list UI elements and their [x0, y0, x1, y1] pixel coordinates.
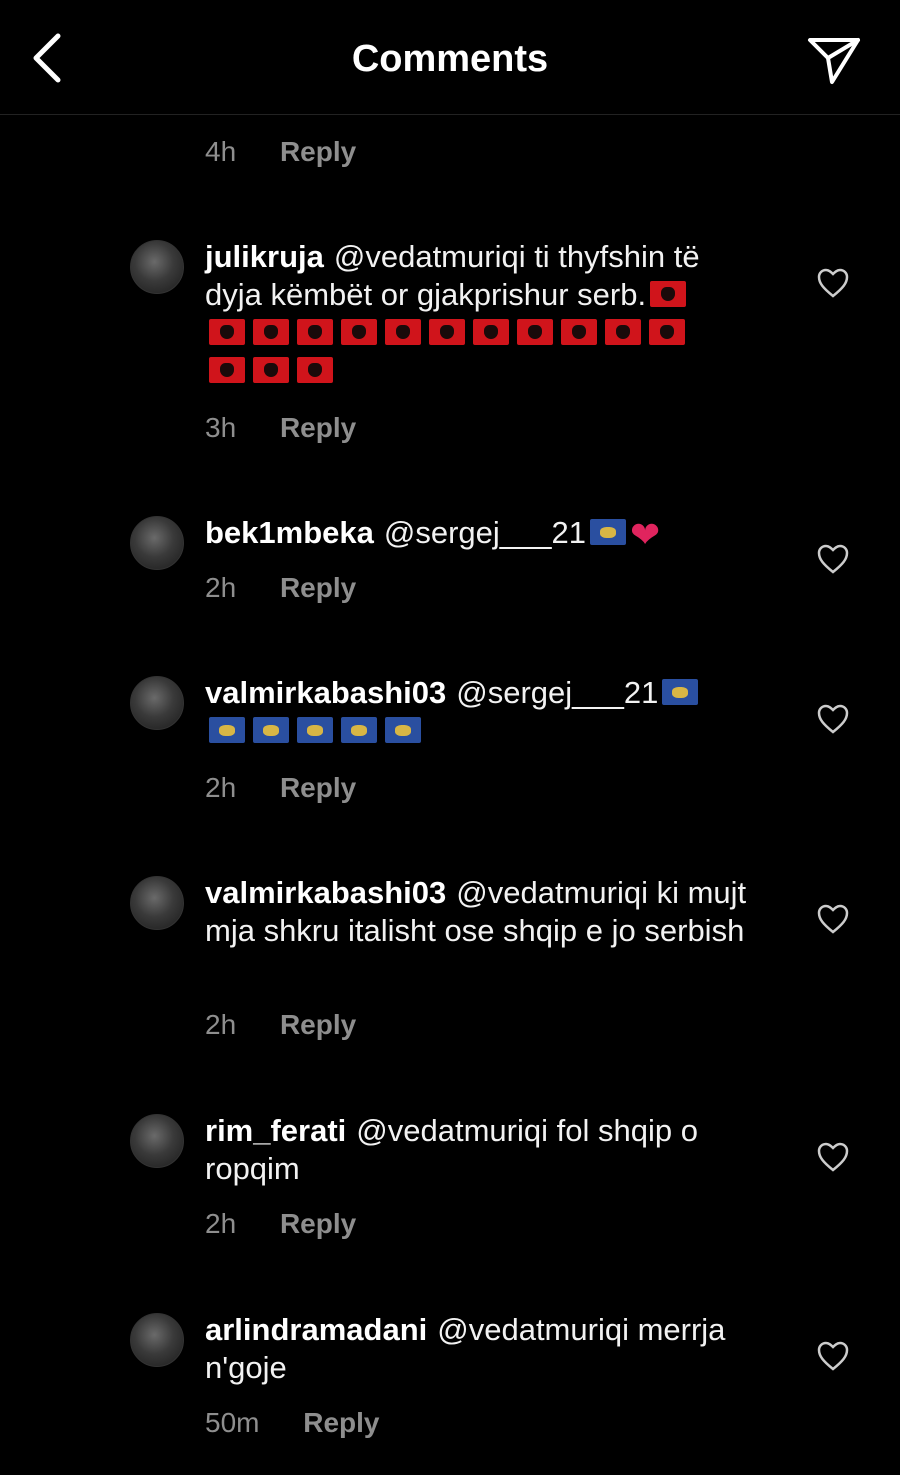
- albania-flag-emoji: [297, 318, 333, 345]
- comment-time: 2h: [205, 772, 237, 803]
- kosovo-flag-emoji: [209, 716, 245, 743]
- comment-time: 4h: [205, 136, 237, 167]
- comment-body: @sergej___21: [456, 675, 659, 710]
- comment-time: 3h: [205, 412, 237, 443]
- reply-button[interactable]: Reply: [280, 772, 356, 804]
- comment-username[interactable]: bek1mbeka: [205, 515, 374, 550]
- albania-flag-emoji: [209, 318, 245, 345]
- avatar[interactable]: [130, 676, 184, 730]
- reply-button[interactable]: Reply: [280, 412, 356, 444]
- kosovo-flag-emoji: [297, 716, 333, 743]
- kosovo-flag-emoji: [253, 716, 289, 743]
- comment-meta: 2h Reply: [205, 1009, 356, 1041]
- comment-username[interactable]: valmirkabashi03: [205, 875, 446, 910]
- page-title: Comments: [351, 38, 549, 80]
- comment-time: 2h: [205, 572, 237, 603]
- header-bar: Comments: [0, 0, 900, 115]
- reply-button[interactable]: Reply: [280, 572, 356, 604]
- comment-body: @sergej___21: [383, 515, 586, 550]
- comment-meta: 2h Reply: [205, 772, 356, 804]
- albania-flag-emoji: [253, 356, 289, 383]
- comment-meta: 3h Reply: [205, 412, 356, 444]
- heart-outline-icon[interactable]: [817, 1142, 849, 1172]
- comment-text: julikruja @vedatmuriqi ti thyfshin të dyj…: [205, 238, 765, 390]
- comment-username[interactable]: arlindramadani: [205, 1312, 427, 1347]
- albania-flag-emoji: [385, 318, 421, 345]
- albania-flag-emoji: [341, 318, 377, 345]
- albania-flag-emoji: [297, 356, 333, 383]
- kosovo-flag-emoji: [590, 518, 626, 545]
- comment-text: arlindramadani @vedatmuriqi merrja n'goje: [205, 1311, 765, 1387]
- heart-outline-icon[interactable]: [817, 268, 849, 298]
- albania-flag-emoji: [517, 318, 553, 345]
- reply-button[interactable]: Reply: [303, 1407, 379, 1439]
- kosovo-flag-emoji: [662, 678, 699, 705]
- comment-meta: 4h Reply: [205, 136, 356, 168]
- comment-meta: 2h Reply: [205, 1208, 356, 1240]
- comment-username[interactable]: julikruja: [205, 239, 324, 274]
- heart-outline-icon[interactable]: [817, 904, 849, 934]
- albania-flag-emoji: [209, 356, 245, 383]
- reply-button[interactable]: Reply: [280, 1208, 356, 1240]
- comment-meta: 2h Reply: [205, 572, 356, 604]
- albania-flag-emoji: [473, 318, 509, 345]
- albania-flag-emoji: [429, 318, 465, 345]
- reply-button[interactable]: Reply: [280, 1009, 356, 1041]
- albania-flag-emoji: [649, 318, 685, 345]
- comment-time: 50m: [205, 1407, 260, 1438]
- avatar[interactable]: [130, 1114, 184, 1168]
- heart-outline-icon[interactable]: [817, 544, 849, 574]
- kosovo-flag-emoji: [341, 716, 377, 743]
- albania-flag-emoji: [253, 318, 289, 345]
- comment-text: bek1mbeka @sergej___21 ❤: [205, 514, 765, 554]
- avatar[interactable]: [130, 876, 184, 930]
- heart-outline-icon[interactable]: [817, 704, 849, 734]
- albania-flag-emoji: [650, 280, 687, 307]
- albania-flag-emoji: [561, 318, 597, 345]
- comment-text: valmirkabashi03 @sergej___21: [205, 674, 765, 750]
- comment-text: valmirkabashi03 @vedatmuriqi ki mujt mja …: [205, 874, 765, 950]
- kosovo-flag-emoji: [385, 716, 421, 743]
- avatar[interactable]: [130, 516, 184, 570]
- comment-time: 2h: [205, 1009, 237, 1040]
- reply-button[interactable]: Reply: [280, 136, 356, 168]
- comment-text: rim_ferati @vedatmuriqi fol shqip o ropqi…: [205, 1112, 765, 1188]
- comment-username[interactable]: rim_ferati: [205, 1113, 346, 1148]
- comment-username[interactable]: valmirkabashi03: [205, 675, 446, 710]
- red-heart-emoji: ❤: [630, 513, 661, 555]
- heart-outline-icon[interactable]: [817, 1341, 849, 1371]
- share-button[interactable]: [806, 34, 862, 86]
- avatar[interactable]: [130, 1313, 184, 1367]
- comment-meta: 50m Reply: [205, 1407, 380, 1439]
- albania-flag-emoji: [605, 318, 641, 345]
- paper-plane-icon: [808, 38, 860, 84]
- comment-time: 2h: [205, 1208, 237, 1239]
- avatar[interactable]: [130, 240, 184, 294]
